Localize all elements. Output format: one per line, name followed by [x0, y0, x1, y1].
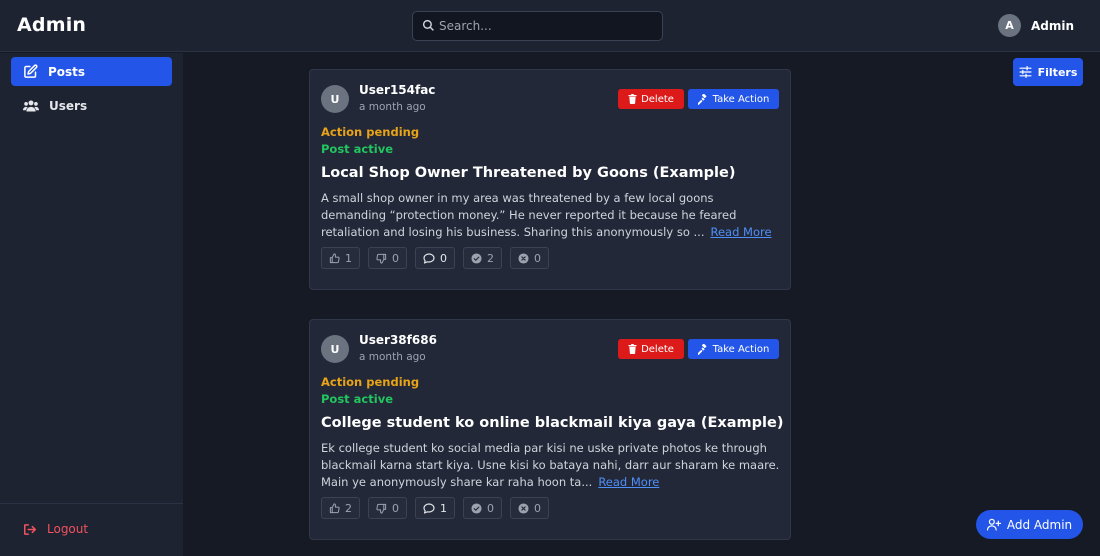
filters-label: Filters [1037, 65, 1078, 79]
gavel-icon [697, 343, 707, 355]
thumbs-up-icon [329, 502, 340, 513]
like-count: 1 [345, 251, 352, 265]
comment-count: 1 [440, 501, 447, 515]
brand-title: Admin [17, 14, 87, 36]
approve-count: 0 [487, 501, 494, 515]
filters-button[interactable]: Filters [1013, 58, 1083, 86]
dislike-count: 0 [392, 501, 399, 515]
sidebar-item-users[interactable]: Users [11, 91, 172, 120]
post-body-line: A small shop owner in my area was threat… [321, 191, 714, 205]
post-body-line: Main ye anonymously share kar raha hoon … [321, 474, 781, 491]
thumbs-down-icon [376, 253, 387, 264]
post-title: Local Shop Owner Threatened by Goons (Ex… [321, 165, 736, 181]
delete-button[interactable]: Delete [618, 339, 684, 359]
avatar: U [321, 85, 349, 113]
search-icon [422, 19, 434, 31]
post-title: College student ko online blackmail kiya… [321, 415, 784, 431]
status-action-pending: Action pending [321, 375, 420, 389]
post-body-line: blackmail karna start kiya. Usne kisi ko… [321, 458, 780, 472]
post-time: a month ago [359, 351, 426, 363]
approve-count: 2 [487, 251, 494, 265]
edit-icon [24, 64, 38, 78]
logout-button[interactable]: Logout [23, 522, 88, 536]
thumbs-up-icon [329, 252, 340, 263]
take-action-button[interactable]: Take Action [688, 89, 779, 109]
post-time: a month ago [359, 101, 426, 113]
dislike-button[interactable]: 0 [368, 247, 407, 269]
post-body-text: Main ye anonymously share kar raha hoon … [321, 475, 593, 489]
users-icon [23, 99, 39, 112]
delete-label: Delete [641, 343, 674, 355]
comment-icon [423, 252, 435, 264]
read-more-link[interactable]: Read More [598, 475, 659, 489]
take-action-label: Take Action [712, 93, 770, 105]
sidebar-item-posts[interactable]: Posts [11, 57, 172, 86]
post-body-line: Ek college student ko social media par k… [321, 441, 767, 455]
thumbs-down-icon [376, 503, 387, 514]
take-action-label: Take Action [712, 343, 770, 355]
comment-button[interactable]: 1 [415, 497, 455, 519]
post-body-line: demanding “protection money.” He never r… [321, 208, 737, 222]
delete-label: Delete [641, 93, 674, 105]
delete-button[interactable]: Delete [618, 89, 684, 109]
read-more-link[interactable]: Read More [710, 225, 771, 239]
approve-stat[interactable]: 2 [463, 247, 502, 269]
user-plus-icon [986, 518, 1001, 531]
post-body-line: retaliation and losing his business. Sha… [321, 224, 781, 241]
status-post-active: Post active [321, 142, 393, 156]
sidebar: Posts Users Logout [0, 53, 183, 556]
approve-stat[interactable]: 0 [463, 497, 502, 519]
trash-icon [628, 94, 637, 104]
comment-button[interactable]: 0 [415, 247, 455, 269]
sliders-icon [1019, 66, 1032, 78]
reject-count: 0 [534, 501, 541, 515]
like-count: 2 [345, 501, 352, 515]
status-post-active: Post active [321, 392, 393, 406]
user-name: Admin [1030, 18, 1074, 33]
add-admin-button[interactable]: Add Admin [976, 510, 1083, 539]
post-username[interactable]: User38f686 [359, 333, 437, 347]
post-card: U User154fac a month ago Delete Take Act… [309, 69, 791, 290]
post-stats: 1 0 0 2 0 [321, 247, 557, 269]
x-circle-icon [518, 502, 529, 514]
comment-count: 0 [440, 251, 447, 265]
post-stats: 2 0 1 0 0 [321, 497, 557, 519]
post-body-text: retaliation and losing his business. Sha… [321, 225, 705, 239]
x-circle-icon [518, 252, 529, 264]
search-input[interactable] [439, 12, 659, 40]
check-circle-icon [471, 252, 482, 264]
avatar: U [321, 335, 349, 363]
check-circle-icon [471, 502, 482, 514]
post-body: A small shop owner in my area was threat… [321, 190, 781, 241]
like-button[interactable]: 2 [321, 497, 360, 519]
dislike-count: 0 [392, 251, 399, 265]
take-action-button[interactable]: Take Action [688, 339, 779, 359]
search-box[interactable] [412, 11, 663, 41]
like-button[interactable]: 1 [321, 247, 360, 269]
comment-icon [423, 502, 435, 514]
post-username[interactable]: User154fac [359, 83, 435, 97]
status-action-pending: Action pending [321, 125, 420, 139]
sidebar-item-label: Users [49, 98, 88, 113]
post-card: U User38f686 a month ago Delete Take Act… [309, 319, 791, 540]
reject-count: 0 [534, 251, 541, 265]
dislike-button[interactable]: 0 [368, 497, 407, 519]
reject-stat[interactable]: 0 [510, 497, 549, 519]
post-body: Ek college student ko social media par k… [321, 440, 781, 491]
top-bar: Admin A Admin [0, 0, 1100, 52]
trash-icon [628, 344, 637, 354]
sidebar-item-label: Posts [48, 64, 86, 79]
sidebar-divider [0, 503, 183, 504]
logout-label: Logout [47, 522, 89, 536]
logout-icon [23, 523, 37, 535]
reject-stat[interactable]: 0 [510, 247, 549, 269]
gavel-icon [697, 93, 707, 105]
user-menu[interactable]: A Admin [997, 14, 1074, 37]
add-admin-label: Add Admin [1006, 517, 1073, 532]
avatar: A [997, 14, 1021, 37]
